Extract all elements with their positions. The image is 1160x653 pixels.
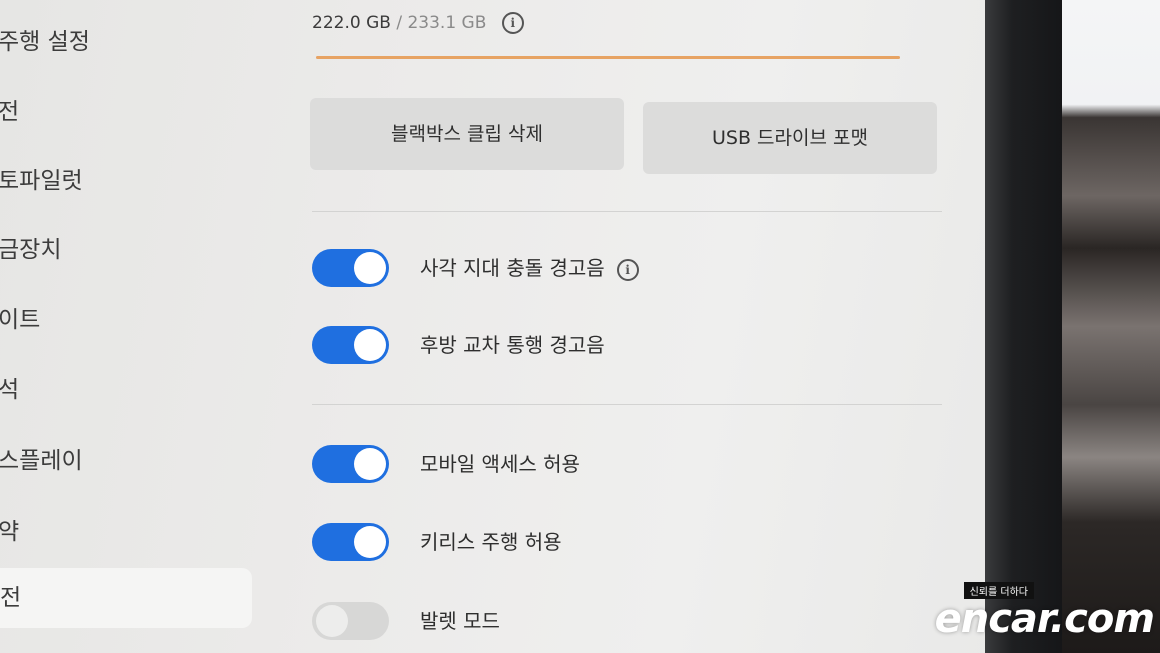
valet-mode-label: 발렛 모드 <box>420 609 500 633</box>
sidebar-item-autopilot[interactable]: 토파일럿 <box>0 157 83 205</box>
toggle-knob <box>316 605 348 637</box>
toggle-knob <box>354 329 386 361</box>
toggle-row-keyless-driving: 키리스 주행 허용 <box>312 523 952 563</box>
sidebar-item-label: 주행 설정 <box>0 29 90 55</box>
info-circle-icon[interactable]: i <box>501 12 524 34</box>
format-usb-drive-label: USB 드라이브 포맷 <box>712 127 868 149</box>
sidebar-item-label: 전 <box>0 585 22 611</box>
storage-used: 222.0 GB <box>312 13 391 33</box>
toggle-knob <box>354 252 386 284</box>
rear-cross-traffic-chime-label: 후방 교차 통행 경고음 <box>420 333 605 357</box>
sidebar-item-schedule[interactable]: 약 <box>0 508 19 556</box>
toggle-row-rear-cross-traffic-chime: 후방 교차 통행 경고음 <box>312 326 952 366</box>
delete-dashcam-clips-label: 블랙박스 클립 삭제 <box>391 123 543 145</box>
info-circle-icon[interactable]: i <box>616 258 639 281</box>
rear-cross-traffic-chime-toggle[interactable] <box>312 326 389 364</box>
keyless-driving-toggle[interactable] <box>312 523 389 561</box>
toggle-row-blind-spot-chime: 사각 지대 충돌 경고음 i <box>312 249 952 289</box>
section-divider <box>312 211 942 212</box>
settings-sidebar: 주행 설정 전 토파일럿 금장치 이트 석 스플레이 약 전 <box>0 0 260 653</box>
valet-mode-toggle[interactable] <box>312 602 389 640</box>
toggle-row-mobile-access: 모바일 액세스 허용 <box>312 445 952 485</box>
blind-spot-chime-toggle[interactable] <box>312 249 389 287</box>
sidebar-item-label: 스플레이 <box>0 448 83 474</box>
sidebar-item-charging[interactable]: 전 <box>0 88 19 136</box>
toggle-knob <box>354 448 386 480</box>
delete-dashcam-clips-button[interactable]: 블랙박스 클립 삭제 <box>310 98 624 170</box>
sidebar-item-display[interactable]: 스플레이 <box>0 437 83 485</box>
sidebar-item-label: 약 <box>0 519 20 545</box>
sidebar-item-label: 금장치 <box>0 237 62 263</box>
storage-separator: / <box>390 13 408 33</box>
sidebar-item-seats[interactable]: 석 <box>0 366 19 414</box>
sidebar-item-lights[interactable]: 이트 <box>0 296 40 344</box>
mobile-access-label: 모바일 액세스 허용 <box>420 452 580 476</box>
safety-settings-panel: 222.0 GB / 233.1 GB i 블랙박스 클립 삭제 USB 드라이… <box>300 0 950 653</box>
sidebar-item-locks[interactable]: 금장치 <box>0 226 61 274</box>
sidebar-item-label: 이트 <box>0 307 41 333</box>
keyless-driving-label: 키리스 주행 허용 <box>420 530 562 554</box>
format-usb-drive-button[interactable]: USB 드라이브 포맷 <box>643 102 937 174</box>
sidebar-item-driving[interactable]: 주행 설정 <box>0 18 90 66</box>
toggle-label: 사각 지대 충돌 경고음 i <box>420 249 639 287</box>
sidebar-item-safety[interactable]: 전 <box>0 568 252 628</box>
section-divider <box>312 404 942 405</box>
sidebar-item-label: 전 <box>0 99 20 125</box>
settings-screen: 주행 설정 전 토파일럿 금장치 이트 석 스플레이 약 전 222.0 GB … <box>0 0 1000 653</box>
toggle-row-valet-mode: 발렛 모드 <box>312 602 952 642</box>
sidebar-item-label: 토파일럿 <box>0 168 83 194</box>
watermark-logo: encar.com <box>934 596 1155 642</box>
toggle-knob <box>354 526 386 558</box>
storage-usage-bar <box>316 56 900 59</box>
watermark: 신뢰를 더하다 encar.com <box>934 580 1155 642</box>
sidebar-item-label: 석 <box>0 377 20 403</box>
storage-readout: 222.0 GB / 233.1 GB i <box>312 12 524 34</box>
blind-spot-chime-label: 사각 지대 충돌 경고음 <box>420 256 605 280</box>
background-scene <box>1062 0 1160 653</box>
storage-total: 233.1 GB <box>407 13 487 33</box>
mobile-access-toggle[interactable] <box>312 445 389 483</box>
